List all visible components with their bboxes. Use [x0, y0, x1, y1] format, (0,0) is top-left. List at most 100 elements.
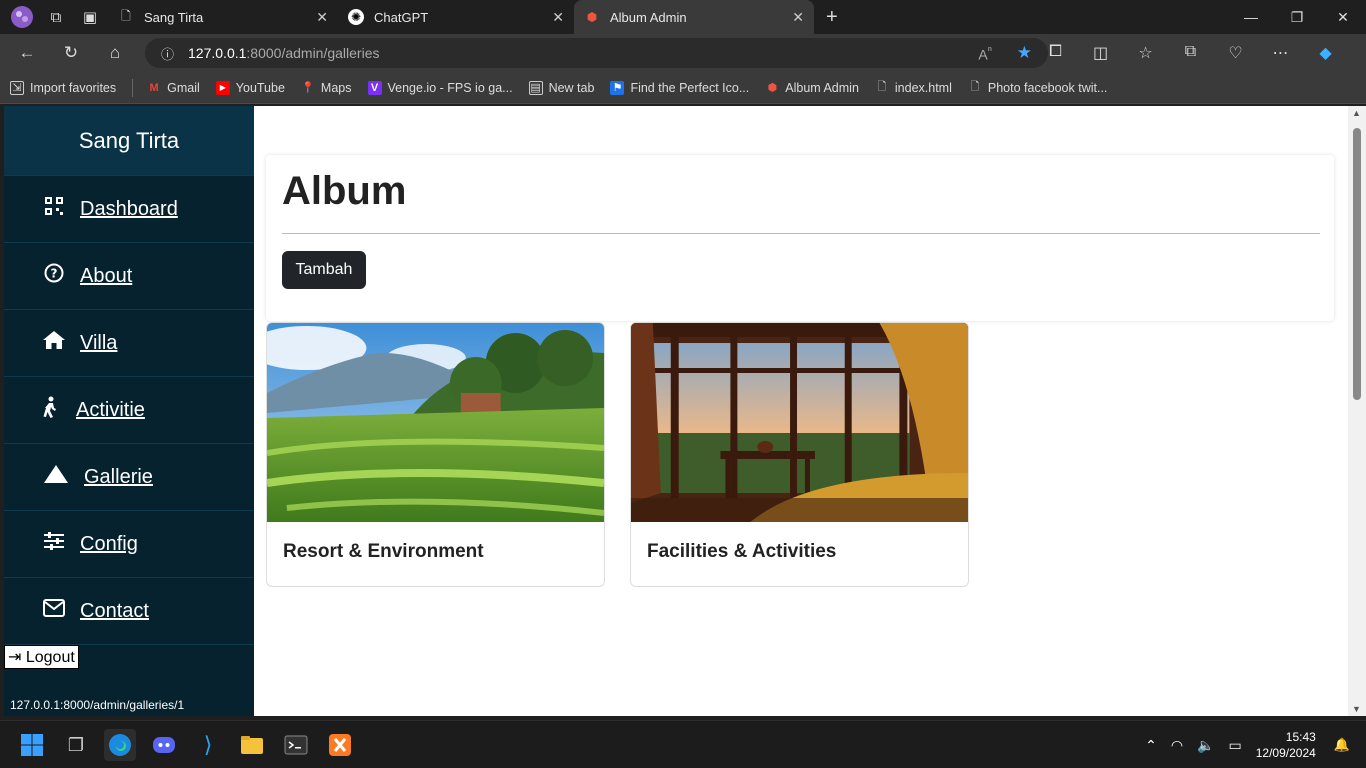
wifi-icon[interactable]: ◠ [1171, 737, 1183, 754]
address-field[interactable]: ⓘ 127.0.0.1:8000/admin/galleries Aⁿ ★ [145, 38, 1048, 68]
more-menu-icon[interactable]: ⋯ [1258, 43, 1303, 63]
sidebar-item-gallerie[interactable]: Gallerie [4, 444, 254, 511]
bookmark-photo-facebook[interactable]: 🗋 Photo facebook twit... [968, 81, 1107, 95]
svg-text:?: ? [51, 267, 58, 281]
gmail-icon: M [149, 81, 159, 94]
split-screen-icon[interactable]: ◫ [1078, 43, 1123, 63]
file-explorer-icon[interactable] [236, 729, 268, 761]
bookmark-find-icon[interactable]: ⚑ Find the Perfect Ico... [610, 80, 749, 95]
qrcode-icon [42, 196, 66, 222]
collections-icon[interactable]: ⧉ [1168, 43, 1213, 63]
read-aloud-icon[interactable]: Aⁿ [978, 44, 992, 63]
minimize-icon[interactable]: — [1228, 0, 1274, 34]
tab-album-admin[interactable]: ⬢ Album Admin ✕ [574, 0, 814, 34]
main-content: Album Tambah Resort & Environment Facili… [254, 106, 1348, 716]
scroll-down-icon[interactable]: ▼ [1352, 704, 1361, 714]
bookmark-album-admin[interactable]: ⬢ Album Admin [765, 81, 858, 95]
workspaces-icon[interactable]: ⧉ [42, 3, 70, 31]
page-scrollbar[interactable]: ▲ ▼ [1348, 106, 1366, 716]
refresh-icon[interactable]: ↻ [54, 38, 88, 68]
close-window-icon[interactable]: ✕ [1320, 0, 1366, 34]
windows-taskbar: ❐ ⟩ ⌃ ◠ 🔈 ▭ 15:43 12/09/2024 🔔 [0, 720, 1366, 768]
close-tab-icon[interactable]: ✕ [316, 9, 328, 26]
chevron-up-icon[interactable]: ⌃ [1145, 737, 1157, 754]
question-circle-icon: ? [42, 263, 66, 289]
edge-icon[interactable] [104, 729, 136, 761]
album-card[interactable]: Facilities & Activities [630, 322, 969, 587]
terminal-icon[interactable] [280, 729, 312, 761]
logout-label: Logout [25, 649, 75, 666]
sidebar-item-label: Gallerie [84, 465, 153, 488]
maps-icon: 📍 [301, 82, 315, 94]
discord-icon[interactable] [148, 729, 180, 761]
xampp-icon[interactable] [324, 729, 356, 761]
file-icon: 🗋 [877, 81, 887, 93]
vscode-icon[interactable]: ⟩ [192, 729, 224, 761]
bookmark-new-tab[interactable]: ▤ New tab [528, 80, 594, 95]
profile-avatar-icon[interactable] [8, 3, 36, 31]
address-toolbar: ← ↻ ⌂ ⓘ 127.0.0.1:8000/admin/galleries A… [0, 34, 1366, 72]
performance-icon[interactable]: ♡ [1213, 43, 1258, 63]
album-header-card: Album Tambah [266, 155, 1334, 321]
tab-chatgpt[interactable]: ✺ ChatGPT ✕ [338, 0, 574, 34]
sidebar-item-villa[interactable]: Villa [4, 310, 254, 377]
window-controls: — ❐ ✕ [1228, 0, 1366, 34]
bookmark-import-favorites[interactable]: ⇲ Import favorites [10, 80, 116, 95]
rice-terrace-photo [267, 323, 604, 522]
clock-date: 12/09/2024 [1255, 746, 1316, 760]
sidebar-item-activitie[interactable]: Activitie [4, 377, 254, 444]
sidebar-item-label: Contact [80, 599, 149, 622]
site-info-icon[interactable]: ⓘ [161, 44, 174, 63]
favorites-icon[interactable]: ☆ [1123, 43, 1168, 63]
newtab-icon: ▤ [528, 80, 543, 95]
copilot-icon[interactable]: ◆ [1303, 43, 1348, 63]
tab-actions-icon[interactable]: ▣ [76, 3, 104, 31]
restore-icon[interactable]: ❐ [1274, 0, 1320, 34]
page-icon: 🗋 [121, 8, 131, 23]
youtube-icon: ▶ [215, 80, 230, 95]
favorite-star-icon[interactable]: ★ [1017, 43, 1032, 63]
sidebar-item-label: Activitie [76, 398, 145, 421]
page-title: Album [282, 169, 407, 213]
close-tab-icon[interactable]: ✕ [552, 9, 564, 26]
battery-icon[interactable]: ▭ [1229, 737, 1242, 754]
album-title: Resort & Environment [283, 541, 484, 562]
home-icon [42, 330, 66, 356]
windows-start-icon[interactable] [16, 729, 48, 761]
sidebar-item-label: Dashboard [80, 197, 178, 220]
sign-out-icon: ⇥ [8, 649, 22, 666]
logout-button[interactable]: ⇥ Logout [4, 645, 79, 669]
tab-sang-tirta[interactable]: 🗋 Sang Tirta ✕ [108, 0, 338, 34]
sidebar-brand[interactable]: Sang Tirta [4, 106, 254, 176]
clock[interactable]: 15:43 12/09/2024 [1256, 729, 1316, 761]
favorites-bar: ⇲ Import favorites M Gmail ▶ YouTube 📍 Maps … [0, 72, 1366, 104]
clock-time: 15:43 [1285, 730, 1316, 744]
add-album-button[interactable]: Tambah [282, 251, 366, 289]
admin-sidebar: Sang Tirta Dashboard ? About Villa Activ… [4, 106, 254, 716]
url-path: :8000/admin/galleries [246, 45, 380, 61]
album-card[interactable]: Resort & Environment [266, 322, 605, 587]
sidebar-item-label: Villa [80, 331, 118, 354]
bookmark-youtube[interactable]: ▶ YouTube [215, 80, 285, 95]
notification-bell-icon[interactable]: 🔔 [1334, 737, 1350, 753]
sliders-icon [42, 532, 66, 556]
close-tab-icon[interactable]: ✕ [792, 9, 804, 26]
home-icon[interactable]: ⌂ [98, 38, 132, 68]
sidebar-item-about[interactable]: ? About [4, 243, 254, 310]
back-icon[interactable]: ← [10, 38, 44, 68]
bookmark-gmail[interactable]: M Gmail [147, 81, 200, 95]
scroll-thumb[interactable] [1353, 128, 1361, 400]
tab-label: ChatGPT [374, 9, 429, 25]
scroll-up-icon[interactable]: ▲ [1352, 108, 1361, 118]
toolbar-right: ⧠ ◫ ☆ ⧉ ♡ ⋯ ◆ [1033, 43, 1348, 63]
sidebar-item-config[interactable]: Config [4, 511, 254, 578]
sidebar-item-dashboard[interactable]: Dashboard [4, 176, 254, 243]
sidebar-item-contact[interactable]: Contact [4, 578, 254, 645]
volume-icon[interactable]: 🔈 [1197, 737, 1214, 754]
extensions-icon[interactable]: ⧠ [1033, 43, 1078, 63]
bookmark-index-html[interactable]: 🗋 index.html [875, 81, 951, 95]
new-tab-button[interactable]: + [826, 6, 838, 29]
task-view-icon[interactable]: ❐ [60, 729, 92, 761]
bookmark-maps[interactable]: 📍 Maps [301, 81, 351, 95]
bookmark-venge[interactable]: V Venge.io - FPS io ga... [367, 80, 513, 95]
